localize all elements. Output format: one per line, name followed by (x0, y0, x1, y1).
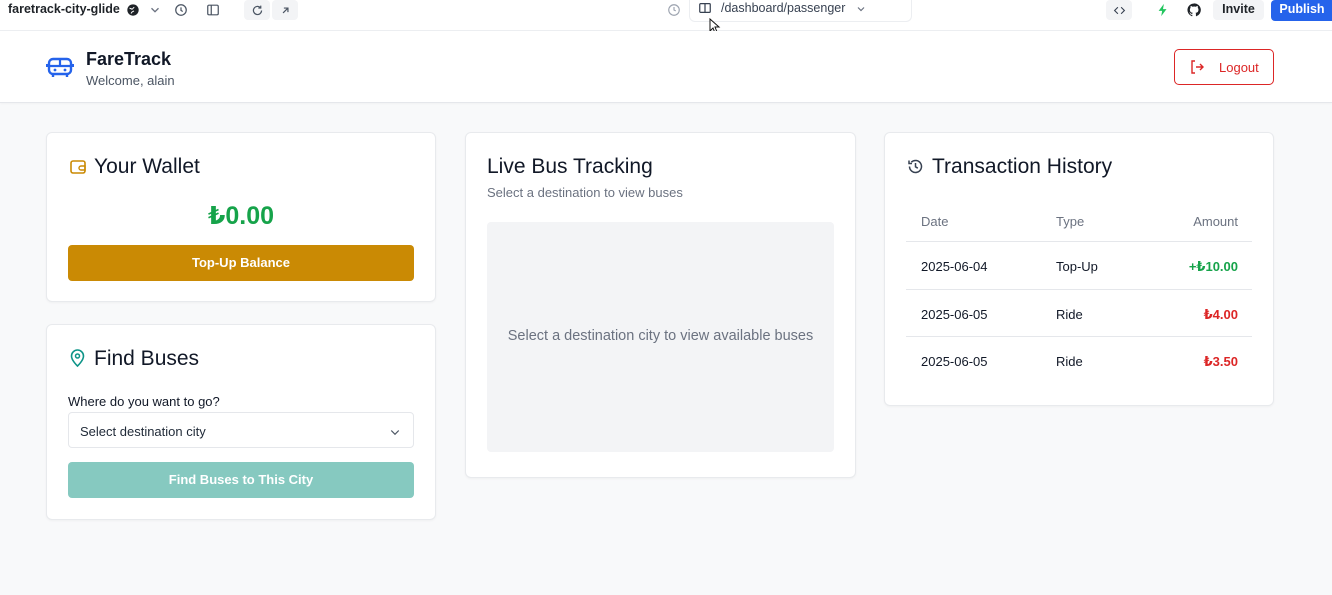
table-row: 2025-06-04 Top-Up +₺10.00 (906, 242, 1252, 290)
wallet-balance: ₺0.00 (207, 202, 275, 230)
github-icon[interactable] (1183, 0, 1205, 20)
logout-label: Logout (1219, 60, 1259, 75)
empty-state-message: Select a destination city to view availa… (507, 328, 814, 344)
welcome-text: Welcome, alain (86, 73, 175, 88)
transaction-table: Date Type Amount 2025-06-04 Top-Up +₺10.… (906, 203, 1252, 385)
row-type: Top-Up (1056, 259, 1098, 274)
project-name[interactable]: faretrack-city-glide (8, 2, 120, 16)
globe-icon[interactable] (122, 0, 144, 20)
table-header: Date Type Amount (906, 203, 1252, 242)
live-tracking-card: Live Bus Tracking Select a destination t… (465, 132, 856, 478)
refresh-icon[interactable] (244, 0, 270, 20)
url-path: /dashboard/passenger (721, 1, 846, 15)
brand-title: FareTrack (86, 49, 172, 69)
live-tracking-title: Live Bus Tracking (487, 155, 653, 178)
destination-label: Where do you want to go? (68, 394, 220, 409)
column-header-amount: Amount (1193, 214, 1238, 229)
logout-icon (1189, 59, 1205, 78)
column-header-date: Date (921, 214, 949, 229)
row-type: Ride (1056, 354, 1083, 369)
row-amount: ₺3.50 (1203, 354, 1238, 369)
code-icon[interactable] (1106, 0, 1132, 20)
row-date: 2025-06-04 (921, 259, 988, 274)
wallet-title: Your Wallet (94, 155, 200, 178)
wallet-icon (69, 158, 87, 181)
chevron-down-icon[interactable] (855, 2, 867, 20)
select-placeholder: Select destination city (80, 424, 206, 439)
external-link-icon[interactable] (272, 0, 298, 20)
bus-map-placeholder: Select a destination city to view availa… (487, 222, 834, 452)
editor-toolbar: faretrack-city-glide /dashboard/passenge… (0, 0, 1332, 31)
transaction-history-card: Transaction History Date Type Amount 202… (884, 132, 1274, 406)
chevron-down-icon (389, 425, 401, 443)
transaction-history-title: Transaction History (932, 155, 1113, 178)
bolt-icon[interactable] (1152, 0, 1174, 20)
find-buses-card: Find Buses Where do you want to go? Sele… (46, 324, 436, 520)
logout-button[interactable]: Logout (1174, 49, 1274, 85)
bus-icon (46, 55, 74, 86)
row-date: 2025-06-05 (921, 354, 988, 369)
history-icon (907, 158, 924, 180)
map-pin-icon (69, 349, 86, 373)
live-tracking-subtitle: Select a destination to view buses (487, 185, 683, 200)
find-buses-button[interactable]: Find Buses to This City (68, 462, 414, 498)
table-row: 2025-06-05 Ride ₺4.00 (906, 290, 1252, 337)
app-header: FareTrack Welcome, alain Logout (0, 31, 1332, 103)
row-amount: ₺4.00 (1203, 306, 1238, 322)
column-header-type: Type (1056, 214, 1085, 229)
row-amount: +₺10.00 (1188, 259, 1238, 274)
invite-button[interactable]: Invite (1213, 0, 1264, 20)
table-row: 2025-06-05 Ride ₺3.50 (906, 337, 1252, 385)
compass-icon[interactable] (663, 0, 685, 20)
row-date: 2025-06-05 (921, 306, 988, 322)
destination-city-select[interactable]: Select destination city (68, 412, 414, 448)
history-icon[interactable] (170, 0, 192, 20)
find-buses-title: Find Buses (94, 347, 200, 370)
topup-button[interactable]: Top-Up Balance (68, 245, 414, 281)
url-bar[interactable]: /dashboard/passenger (689, 0, 912, 22)
chevron-down-icon[interactable] (144, 0, 166, 20)
wallet-card: Your Wallet ₺0.00 Top-Up Balance (46, 132, 436, 302)
publish-button[interactable]: Publish (1271, 0, 1332, 21)
row-type: Ride (1056, 306, 1083, 322)
sidebar-toggle-icon[interactable] (202, 0, 224, 20)
